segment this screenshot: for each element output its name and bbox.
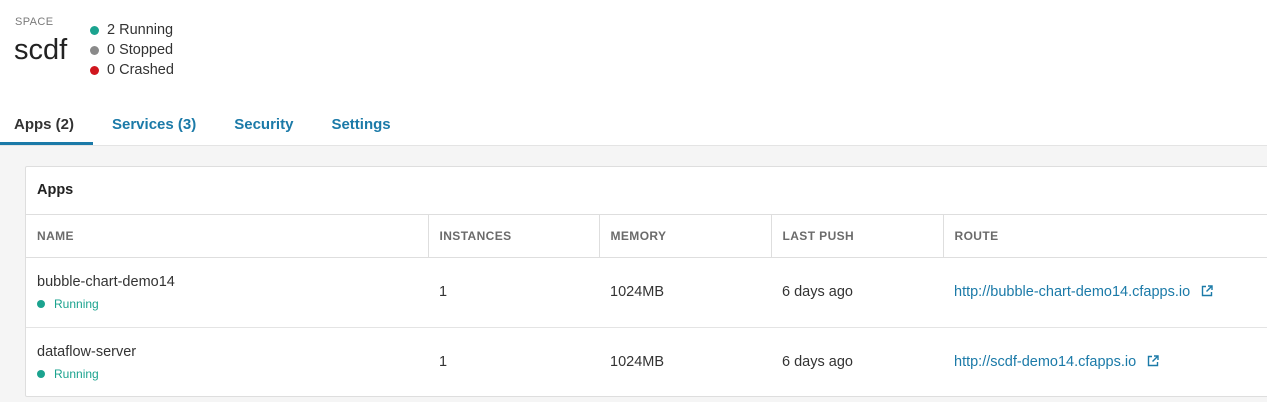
tab-apps[interactable]: Apps (2)	[0, 106, 93, 145]
status-crashed-text: 0 Crashed	[107, 62, 174, 78]
status-running-text: 2 Running	[107, 22, 174, 38]
app-name-link[interactable]: dataflow-server	[37, 344, 428, 360]
table-header-row: NAME INSTANCES MEMORY LAST PUSH ROUTE	[26, 215, 1267, 258]
crashed-dot-icon	[90, 65, 99, 75]
app-route-cell: http://scdf-demo14.cfapps.io	[943, 327, 1267, 397]
app-route-cell: http://bubble-chart-demo14.cfapps.io	[943, 257, 1267, 328]
route-text[interactable]: http://scdf-demo14.cfapps.io	[954, 354, 1136, 370]
tab-services[interactable]: Services (3)	[93, 106, 215, 145]
app-status-text: Running	[54, 296, 99, 311]
app-memory: 1024MB	[610, 354, 665, 371]
app-route-link[interactable]: http://scdf-demo14.cfapps.io	[954, 354, 1159, 370]
column-header-memory[interactable]: MEMORY	[599, 215, 772, 258]
tab-security[interactable]: Security	[215, 106, 312, 145]
app-last-push: 6 days ago	[771, 257, 943, 328]
space-header: SPACE scdf 2 Running 0 Stopped 0 Crashed…	[0, 0, 1267, 145]
app-status-text: Running	[54, 366, 99, 381]
column-header-instances[interactable]: INSTANCES	[428, 215, 600, 258]
app-name-link[interactable]: bubble-chart-demo14	[37, 274, 428, 290]
apps-table: NAME INSTANCES MEMORY LAST PUSH ROUTE bu…	[26, 215, 1267, 397]
app-route-link[interactable]: http://bubble-chart-demo14.cfapps.io	[954, 284, 1213, 300]
column-header-last-push[interactable]: LAST PUSH	[771, 215, 944, 258]
space-label: SPACE	[15, 16, 54, 28]
space-status-summary: 2 Running 0 Stopped 0 Crashed	[90, 20, 174, 80]
column-header-route[interactable]: ROUTE	[943, 215, 1267, 258]
running-dot-icon	[90, 25, 99, 35]
status-stopped-text: 0 Stopped	[107, 42, 174, 58]
app-status: Running	[37, 367, 428, 381]
content-area: Apps NAME INSTANCES MEMORY LAST PUSH ROU…	[0, 145, 1267, 402]
column-header-name[interactable]: NAME	[26, 215, 429, 258]
space-tabs: Apps (2) Services (3) Security Settings	[0, 106, 410, 145]
app-last-push: 6 days ago	[782, 354, 853, 371]
stopped-dot-icon	[90, 45, 99, 55]
app-instances: 1	[428, 257, 599, 328]
external-link-icon[interactable]	[1201, 285, 1213, 297]
status-stopped: 0 Stopped	[90, 40, 174, 60]
app-instances: 1	[439, 354, 448, 371]
tab-settings[interactable]: Settings	[312, 106, 409, 145]
app-name-cell: dataflow-server Running	[26, 327, 428, 397]
space-name: scdf	[14, 34, 68, 66]
running-dot-icon	[37, 369, 45, 378]
apps-panel: Apps NAME INSTANCES MEMORY LAST PUSH ROU…	[25, 166, 1267, 397]
app-status: Running	[37, 297, 428, 311]
running-dot-icon	[37, 299, 45, 308]
table-row[interactable]: dataflow-server Running 1 1024MB 6 days …	[26, 327, 1267, 397]
route-text[interactable]: http://bubble-chart-demo14.cfapps.io	[954, 284, 1190, 300]
status-crashed: 0 Crashed	[90, 60, 174, 80]
external-link-icon[interactable]	[1147, 355, 1159, 367]
status-running: 2 Running	[90, 20, 174, 40]
app-name-cell: bubble-chart-demo14 Running	[26, 257, 428, 328]
app-memory: 1024MB	[599, 257, 771, 328]
apps-panel-title: Apps	[26, 167, 1267, 215]
table-row[interactable]: bubble-chart-demo14 Running 1 1024MB 6 d…	[26, 257, 1267, 328]
